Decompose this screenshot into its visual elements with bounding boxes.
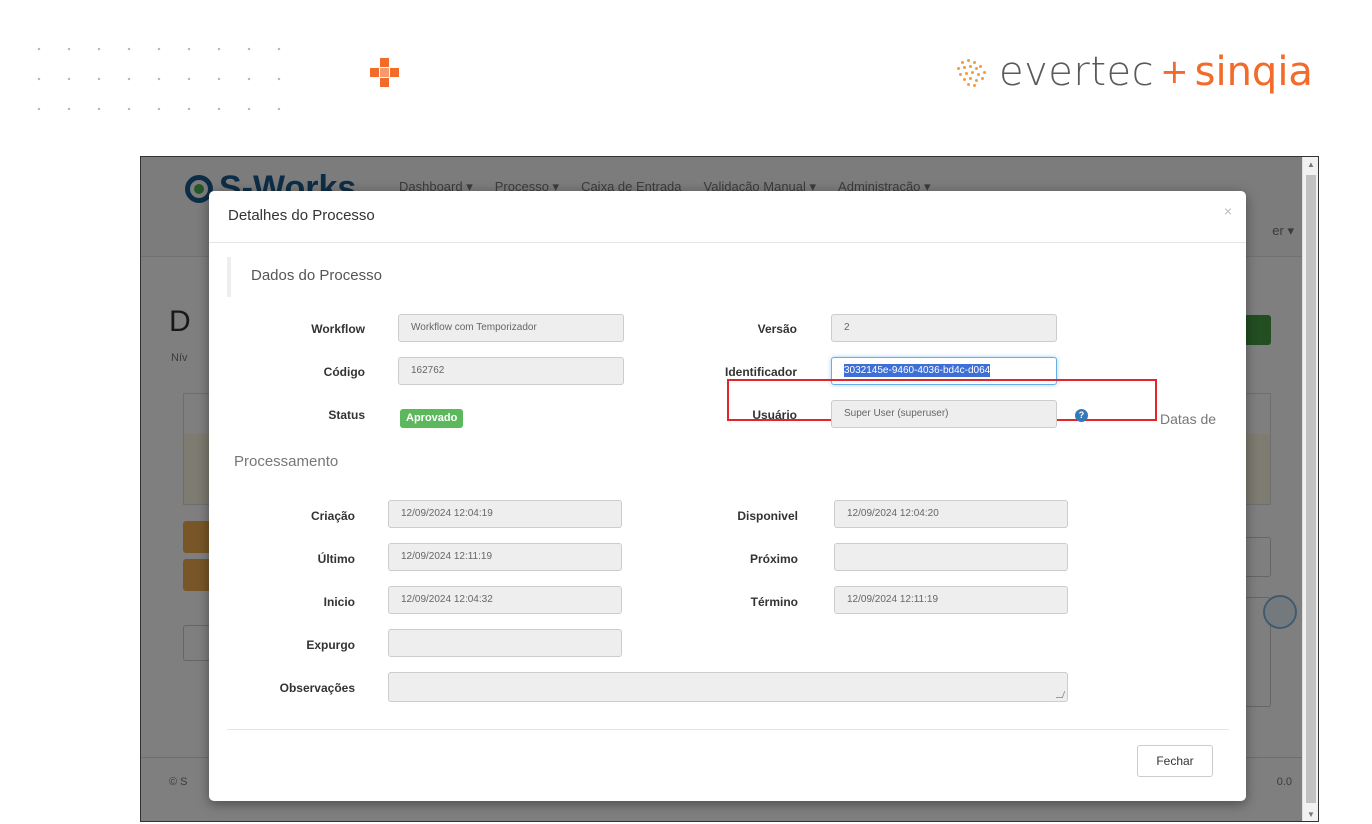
ultimo-field[interactable]: 12/09/2024 12:11:19 — [388, 543, 622, 571]
identificador-selected-text[interactable]: 3032145e-9460-4036-bd4c-d064 — [844, 364, 991, 377]
disponivel-field[interactable]: 12/09/2024 12:04:20 — [834, 500, 1068, 528]
fechar-button[interactable]: Fechar — [1137, 745, 1213, 777]
versao-field[interactable]: 2 — [831, 314, 1057, 342]
scroll-up-arrow-icon[interactable]: ▲ — [1303, 157, 1318, 173]
page-scrollbar[interactable]: ▲ ▼ — [1302, 157, 1318, 821]
processamento-label: Processamento — [234, 453, 339, 470]
criacao-field[interactable]: 12/09/2024 12:04:19 — [388, 500, 622, 528]
versao-label: Versão — [757, 322, 797, 336]
workflow-label: Workflow — [311, 322, 365, 336]
termino-label: Término — [750, 595, 798, 609]
decorative-dot-grid — [28, 40, 298, 110]
logo-evertec-text: evertec — [999, 49, 1155, 95]
modal-title: Detalhes do Processo — [228, 207, 375, 224]
ultimo-label: Último — [317, 552, 355, 566]
proximo-field[interactable] — [834, 543, 1068, 571]
help-icon[interactable]: ? — [1075, 409, 1088, 422]
criacao-label: Criação — [310, 509, 355, 523]
logo-sinqia-text: sinqia — [1194, 49, 1313, 95]
status-label: Status — [328, 408, 365, 422]
scrollbar-thumb[interactable] — [1306, 175, 1316, 803]
modal-header: Detalhes do Processo × — [209, 191, 1246, 243]
close-icon[interactable]: × — [1224, 203, 1232, 219]
termino-field[interactable]: 12/09/2024 12:11:19 — [834, 586, 1068, 614]
inicio-label: Inicio — [323, 595, 355, 609]
evertec-sinqia-logo: evertec + sinqia — [955, 48, 1313, 96]
expurgo-field[interactable] — [388, 629, 622, 657]
modal-footer-divider — [227, 729, 1229, 730]
app-screenshot-frame: S-Works Dashboard ▾ Processo ▾ Caixa de … — [140, 156, 1319, 822]
usuario-field[interactable]: Super User (superuser) — [831, 400, 1057, 428]
logo-plus-text: + — [1160, 52, 1189, 92]
status-badge: Aprovado — [400, 409, 464, 428]
observacoes-label: Observações — [279, 681, 355, 695]
section-dados-do-processo: Dados do Processo — [227, 257, 382, 297]
process-details-modal: Detalhes do Processo × Dados do Processo… — [209, 191, 1246, 801]
observacoes-textarea[interactable] — [388, 672, 1068, 702]
disponivel-label: Disponivel — [737, 509, 798, 523]
datas-de-label: Datas de — [1160, 411, 1217, 427]
workflow-field[interactable]: Workflow com Temporizador — [398, 314, 624, 342]
expurgo-label: Expurgo — [306, 638, 355, 652]
usuario-label: Usuário — [752, 408, 797, 422]
evertec-dots-icon — [955, 57, 989, 87]
codigo-label: Código — [323, 365, 365, 379]
inicio-field[interactable]: 12/09/2024 12:04:32 — [388, 586, 622, 614]
orange-plus-icon — [370, 58, 400, 88]
codigo-field[interactable]: 162762 — [398, 357, 624, 385]
scroll-down-arrow-icon[interactable]: ▼ — [1303, 807, 1318, 821]
identificador-label: Identificador — [724, 365, 797, 379]
proximo-label: Próximo — [749, 552, 798, 566]
